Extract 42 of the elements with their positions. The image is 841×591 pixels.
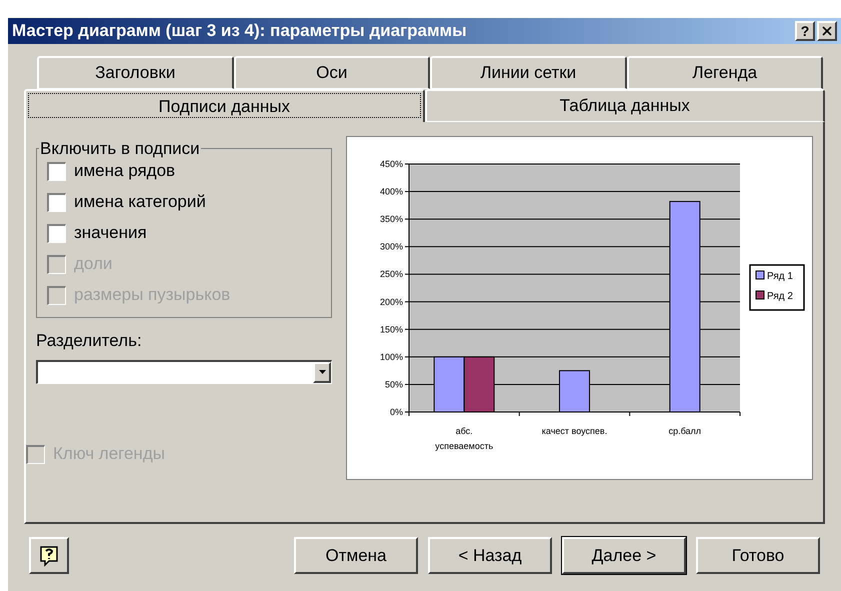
help-balloon-icon <box>39 544 59 566</box>
axis-tick-label: 50% <box>384 379 403 390</box>
checkbox[interactable] <box>47 192 66 212</box>
window-title: Мастер диаграмм (шаг 3 из 4): параметры диаграммы <box>12 20 467 42</box>
group-title: Включить в подписи <box>39 138 201 160</box>
dialog-button[interactable]: Отмена <box>294 537 418 574</box>
tab[interactable]: Легенда <box>626 56 823 89</box>
axis-tick-label: 450% <box>380 159 403 169</box>
close-button[interactable] <box>817 21 837 41</box>
help-button[interactable] <box>29 537 69 574</box>
axis-tick-label: 0% <box>390 407 403 417</box>
axis-tick-label: 300% <box>380 242 403 252</box>
axis-tick-label: 150% <box>380 324 403 334</box>
legend-label: Ряд 1 <box>767 271 793 282</box>
category-label: качест воуспев. <box>542 426 608 436</box>
checkbox-label: имена рядов <box>74 160 176 182</box>
checkbox[interactable] <box>47 162 66 180</box>
checkbox[interactable] <box>47 224 66 242</box>
legend-label: Ряд 2 <box>767 291 793 302</box>
dropdown-arrow-button[interactable] <box>313 362 331 382</box>
tab[interactable]: Заголовки <box>37 56 234 89</box>
dialog-button[interactable]: Готово <box>696 537 820 574</box>
checkbox-label: значения <box>74 222 147 244</box>
checkbox-label: имена категорий <box>74 191 206 214</box>
axis-tick-label: 200% <box>380 296 403 307</box>
tab[interactable]: Линии сетки <box>430 56 626 89</box>
tab[interactable]: Таблица данных <box>424 89 825 122</box>
category-label: ср.балл <box>668 426 702 436</box>
axis-tick-label: 100% <box>380 352 403 362</box>
separator-label: Разделитель: <box>36 330 143 352</box>
axis-tick-label: 350% <box>380 214 403 224</box>
separator-dropdown[interactable] <box>36 360 332 384</box>
axis-tick-label: 250% <box>380 269 403 280</box>
close-icon <box>820 24 834 38</box>
caret-icon <box>318 370 326 374</box>
tab[interactable]: Подписи данных <box>24 89 424 122</box>
dialog-button[interactable]: < Назад <box>428 537 552 574</box>
help-button[interactable]: ? <box>795 21 815 41</box>
category-label: абс. успеваемость <box>435 426 494 451</box>
axis-tick-label: 400% <box>380 186 403 197</box>
tab[interactable]: Оси <box>234 56 430 89</box>
dialog-button[interactable]: Далее > <box>562 537 686 574</box>
